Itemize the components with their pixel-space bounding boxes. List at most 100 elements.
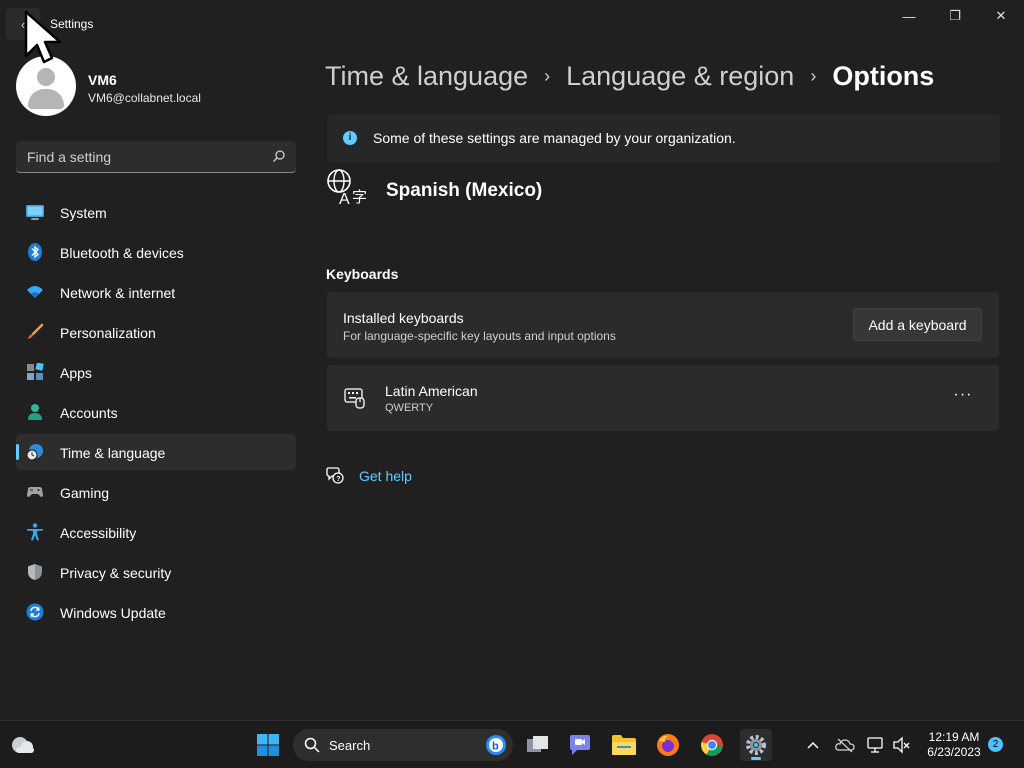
onedrive-button[interactable] [835, 735, 855, 755]
get-help-link[interactable]: Get help [359, 468, 412, 484]
taskbar-search[interactable]: Search b [293, 729, 513, 761]
sidebar-item-label: Apps [60, 365, 92, 381]
sidebar-item-gaming[interactable]: Gaming [16, 474, 296, 510]
breadcrumb: Time & language › Language & region › Op… [325, 58, 934, 94]
taskbar-clock[interactable]: 12:19 AM 6/23/2023 [918, 730, 990, 760]
bing-icon[interactable]: b [485, 734, 507, 756]
close-icon: ✕ [995, 8, 1007, 23]
find-setting-input[interactable] [16, 141, 266, 172]
taskbar-search-label: Search [329, 738, 371, 753]
sidebar-item-label: Accounts [60, 405, 118, 421]
task-view-button[interactable] [522, 729, 554, 761]
search-icon[interactable] [272, 149, 286, 163]
shield-icon [28, 564, 42, 580]
keyboard-layout: QWERTY [385, 402, 434, 414]
sidebar-nav: System Bluetooth & devices Network & int… [16, 194, 296, 634]
info-icon: i [343, 131, 357, 145]
chevron-up-icon [807, 741, 819, 749]
sidebar-item-accounts[interactable]: Accounts [16, 394, 296, 430]
restore-button[interactable]: ❐ [932, 0, 978, 32]
volume-muted-icon [893, 736, 910, 754]
network-icon [867, 737, 883, 753]
settings-taskbar-button[interactable] [740, 729, 772, 761]
task-view-icon [527, 736, 548, 752]
close-button[interactable]: ✕ [978, 0, 1024, 32]
firefox-button[interactable] [652, 729, 684, 761]
keyboard-icon [344, 388, 365, 409]
svg-text:字: 字 [352, 188, 367, 206]
restore-icon: ❐ [949, 8, 961, 23]
minimize-button[interactable]: — [886, 0, 932, 32]
title-bar: ‹ Settings — ❐ ✕ [0, 0, 1024, 48]
brush-icon [28, 323, 44, 339]
chat-icon [570, 735, 590, 755]
update-icon [26, 603, 44, 621]
sidebar-item-time-language[interactable]: Time & language [16, 434, 296, 470]
notification-badge[interactable]: 2 [988, 737, 1003, 752]
sidebar-item-privacy[interactable]: Privacy & security [16, 554, 296, 590]
clock-date: 6/23/2023 [927, 745, 981, 759]
help-chat-icon: ? [326, 467, 344, 484]
language-name: Spanish (Mexico) [386, 180, 543, 201]
managed-info-bar: i Some of these settings are managed by … [327, 114, 1000, 162]
taskbar: Search b 12:19 AM 6/23/2023 2 [0, 720, 1024, 768]
start-button[interactable] [252, 729, 284, 761]
user-name: VM6 [88, 72, 117, 88]
sidebar-item-label: Accessibility [60, 525, 137, 541]
clock-time: 12:19 AM [928, 730, 980, 744]
accessibility-icon [27, 523, 43, 541]
search-icon [304, 737, 320, 753]
add-keyboard-button[interactable]: Add a keyboard [853, 308, 982, 341]
monitor-icon [26, 205, 44, 220]
sidebar-item-network[interactable]: Network & internet [16, 274, 296, 310]
folder-icon [612, 735, 636, 755]
breadcrumb-language-region[interactable]: Language & region [566, 61, 794, 92]
person-icon [28, 404, 42, 420]
chevron-right-icon: › [810, 65, 817, 86]
teams-chat-button[interactable] [564, 729, 596, 761]
globe-clock-icon [26, 444, 43, 461]
more-icon: ··· [953, 386, 973, 403]
cloud-offline-icon [835, 738, 855, 753]
apps-icon [27, 363, 44, 380]
file-explorer-button[interactable] [608, 729, 640, 761]
chevron-right-icon: › [544, 65, 551, 86]
show-hidden-icons-button[interactable] [803, 735, 823, 755]
sidebar-item-system[interactable]: System [16, 194, 296, 230]
find-setting-box[interactable] [16, 141, 296, 173]
sidebar-item-label: Windows Update [60, 605, 166, 621]
volume-button[interactable] [892, 735, 912, 755]
minimize-icon: — [902, 8, 916, 24]
chrome-icon [701, 734, 723, 756]
sidebar-item-windows-update[interactable]: Windows Update [16, 594, 296, 630]
sidebar-item-label: Gaming [60, 485, 110, 501]
sidebar-item-label: Time & language [60, 445, 166, 461]
sidebar-item-accessibility[interactable]: Accessibility [16, 514, 296, 550]
sidebar-item-label: Network & internet [60, 285, 176, 301]
keyboard-name: Latin American [385, 383, 478, 399]
wifi-icon [27, 286, 43, 298]
weather-cloud-icon [12, 737, 34, 753]
gamepad-icon [27, 487, 43, 497]
info-text: Some of these settings are managed by yo… [373, 130, 736, 146]
weather-widget[interactable] [7, 729, 39, 761]
sidebar-item-bluetooth[interactable]: Bluetooth & devices [16, 234, 296, 270]
keyboard-row: Latin American QWERTY ··· [327, 365, 999, 431]
sidebar-item-label: Bluetooth & devices [60, 245, 184, 261]
installed-keyboards-subtitle: For language-specific key layouts and in… [343, 329, 616, 343]
breadcrumb-time-language[interactable]: Time & language [325, 61, 528, 92]
network-button[interactable] [866, 735, 886, 755]
language-icon: A 字 [327, 169, 367, 208]
sidebar-item-personalization[interactable]: Personalization [16, 314, 296, 350]
more-options-button[interactable]: ··· [947, 383, 979, 411]
svg-text:?: ? [336, 476, 340, 483]
mouse-cursor-icon [24, 10, 62, 64]
installed-keyboards-title: Installed keyboards [343, 310, 464, 326]
page-title: Options [832, 60, 935, 91]
svg-text:A: A [339, 191, 350, 208]
sidebar-item-apps[interactable]: Apps [16, 354, 296, 390]
windows-logo-icon [257, 734, 279, 756]
chrome-button[interactable] [696, 729, 728, 761]
installed-keyboards-card: Installed keyboards For language-specifi… [327, 292, 999, 358]
keyboards-section-title: Keyboards [326, 266, 399, 282]
